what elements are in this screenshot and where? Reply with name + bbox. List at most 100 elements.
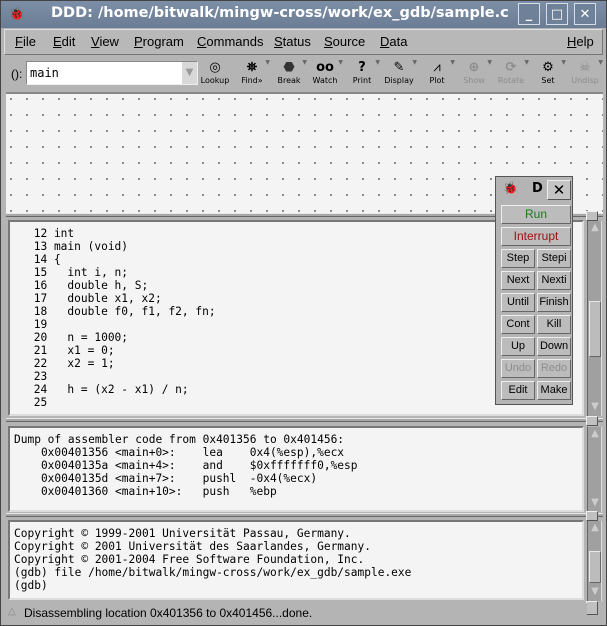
source-line[interactable]: 12 int — [27, 227, 216, 240]
step-button[interactable]: Step — [501, 249, 535, 268]
next-button[interactable]: Next — [501, 271, 535, 290]
scroll-down-icon[interactable]: ▼ — [589, 497, 601, 509]
source-line[interactable]: 13 main (void) — [27, 240, 216, 253]
find-label: Find» — [241, 76, 263, 85]
ddd-bug-icon[interactable]: 🐞 — [7, 5, 27, 25]
console-line: Copyright © 2001 Universität des Saarlan… — [14, 540, 371, 553]
menu-source[interactable]: Source — [324, 34, 365, 49]
sash-handle[interactable] — [586, 416, 598, 426]
machine-code-window[interactable]: Dump of assembler code from 0x401356 to … — [8, 426, 584, 512]
command-tool: 🐞 D ✕ Run Interrupt Step Stepi Next Next… — [495, 176, 573, 405]
console-line: (gdb) file /home/bitwalk/mingw-cross/wor… — [14, 566, 412, 579]
scroll-down-icon[interactable]: ▼ — [589, 401, 601, 413]
pane-sash[interactable] — [6, 513, 603, 517]
argument-input[interactable]: main — [26, 61, 198, 85]
watch-button[interactable]: ▼ oo Watch — [306, 59, 344, 89]
display-button[interactable]: ▼ ✎ Display — [380, 59, 418, 89]
source-line[interactable]: 19 — [27, 318, 216, 331]
gdb-console[interactable]: Copyright © 1999-2001 Universität Passau… — [8, 520, 584, 600]
break-button[interactable]: ▼ ⬣ Break — [270, 59, 308, 89]
argument-history-dropdown[interactable]: ▼ — [182, 62, 197, 84]
menu-help[interactable]: Help — [567, 34, 594, 49]
stepi-button[interactable]: Stepi — [537, 249, 571, 268]
menu-data[interactable]: Data — [380, 34, 407, 49]
scroll-up-icon[interactable]: ▲ — [589, 428, 601, 440]
scroll-down-icon[interactable]: ▼ — [589, 586, 601, 598]
assembler-row[interactable]: 0x00401356 <main+0>: lea 0x4(%esp),%ecx — [14, 446, 358, 459]
maximize-button[interactable]: □ — [546, 3, 568, 25]
source-line[interactable]: 17 double x1, x2; — [27, 292, 216, 305]
assembler-rows: 0x00401356 <main+0>: lea 0x4(%esp),%ecx … — [14, 446, 358, 498]
source-line[interactable]: 18 double f0, f1, f2, fn; — [27, 305, 216, 318]
asm-scrollbar[interactable]: ▲ ▼ — [587, 427, 602, 512]
break-label: Break — [277, 76, 301, 85]
command-tool-title: D — [532, 181, 543, 196]
argument-label: (): — [11, 67, 23, 81]
nexti-button[interactable]: Nexti — [537, 271, 571, 290]
assembler-row[interactable]: 0x00401360 <main+10>: push %ebp — [14, 485, 358, 498]
status-message: Disassembling location 0x401356 to 0x401… — [24, 606, 313, 620]
menu-commands[interactable]: Commands — [197, 34, 263, 49]
status-history-icon[interactable]: △ — [8, 606, 16, 617]
assembler-row[interactable]: 0x0040135d <main+7>: pushl -0x4(%ecx) — [14, 472, 358, 485]
show-button[interactable]: ▼ ⊕ Show — [455, 59, 493, 89]
rotate-button[interactable]: ▼ ⟳ Rotate — [492, 59, 530, 89]
scroll-thumb[interactable] — [589, 301, 601, 357]
show-label: Show — [463, 76, 485, 85]
sash-handle[interactable] — [586, 511, 598, 521]
command-tool-close-button[interactable]: ✕ — [547, 180, 571, 200]
interrupt-button[interactable]: Interrupt — [501, 227, 571, 246]
menu-view[interactable]: View — [91, 34, 119, 49]
scroll-thumb[interactable] — [589, 551, 601, 583]
source-line[interactable]: 24 h = (x2 - x1) / n; — [27, 383, 216, 396]
cont-button[interactable]: Cont — [501, 315, 535, 334]
title-bar[interactable]: 🐞 DDD: /home/bitwalk/mingw-cross/work/ex… — [1, 1, 606, 28]
lookup-button[interactable]: ◎ Lookup — [196, 59, 234, 89]
undisp-label: Undisp — [571, 76, 599, 85]
minimize-button[interactable]: _ — [518, 3, 540, 25]
down-button[interactable]: Down — [537, 337, 571, 356]
find-button[interactable]: ▼ ⛯ Find» — [233, 59, 271, 89]
plot-button[interactable]: ▼ ⩘ Plot — [418, 59, 456, 89]
source-line[interactable]: 25 — [27, 396, 216, 409]
menu-program[interactable]: Program — [134, 34, 184, 49]
menu-edit[interactable]: Edit — [53, 34, 75, 49]
source-line[interactable]: 20 n = 1000; — [27, 331, 216, 344]
make-button[interactable]: Make — [537, 381, 571, 400]
set-label: Set — [541, 76, 555, 85]
assembler-row[interactable]: 0x0040135a <main+4>: and $0xfffffff0,%es… — [14, 459, 358, 472]
ddd-bug-icon: 🐞 — [503, 181, 518, 195]
print-button[interactable]: ▼ ? Print — [343, 59, 381, 89]
edit-button[interactable]: Edit — [501, 381, 535, 400]
assembler-header: Dump of assembler code from 0x401356 to … — [14, 433, 345, 446]
up-button[interactable]: Up — [501, 337, 535, 356]
source-line[interactable]: 21 x1 = 0; — [27, 344, 216, 357]
source-line[interactable]: 14 { — [27, 253, 216, 266]
undo-button[interactable]: Undo — [501, 359, 535, 378]
close-button[interactable]: ✕ — [574, 3, 596, 25]
console-output[interactable]: Copyright © 1999-2001 Universität Passau… — [14, 527, 411, 592]
scroll-up-icon[interactable]: ▲ — [589, 222, 601, 234]
source-scrollbar[interactable]: ▲ ▼ — [587, 221, 602, 416]
finish-button[interactable]: Finish — [537, 293, 571, 312]
command-tool-titlebar[interactable]: 🐞 D ✕ — [496, 177, 572, 201]
menu-status[interactable]: Status — [274, 34, 311, 49]
redo-button[interactable]: Redo — [537, 359, 571, 378]
source-line[interactable]: 22 x2 = 1; — [27, 357, 216, 370]
scroll-up-icon[interactable]: ▲ — [589, 522, 601, 534]
until-button[interactable]: Until — [501, 293, 535, 312]
menu-bar: File Edit View Program Commands Status S… — [4, 29, 603, 55]
source-line[interactable]: 23 — [27, 370, 216, 383]
source-line[interactable]: 15 int i, n; — [27, 266, 216, 279]
console-scrollbar[interactable]: ▲ ▼ — [587, 521, 602, 601]
undisp-button[interactable]: ▼ ☠ Undisp — [566, 59, 604, 89]
kill-button[interactable]: Kill — [537, 315, 571, 334]
print-label: Print — [352, 76, 372, 85]
source-line[interactable]: 16 double h, S; — [27, 279, 216, 292]
sash-handle[interactable] — [586, 211, 598, 221]
menu-file[interactable]: File — [15, 34, 36, 49]
run-button[interactable]: Run — [501, 205, 571, 224]
sash-handle[interactable] — [586, 601, 598, 615]
pane-sash[interactable] — [6, 418, 603, 422]
set-button[interactable]: ▼ ⚙ Set — [529, 59, 567, 89]
